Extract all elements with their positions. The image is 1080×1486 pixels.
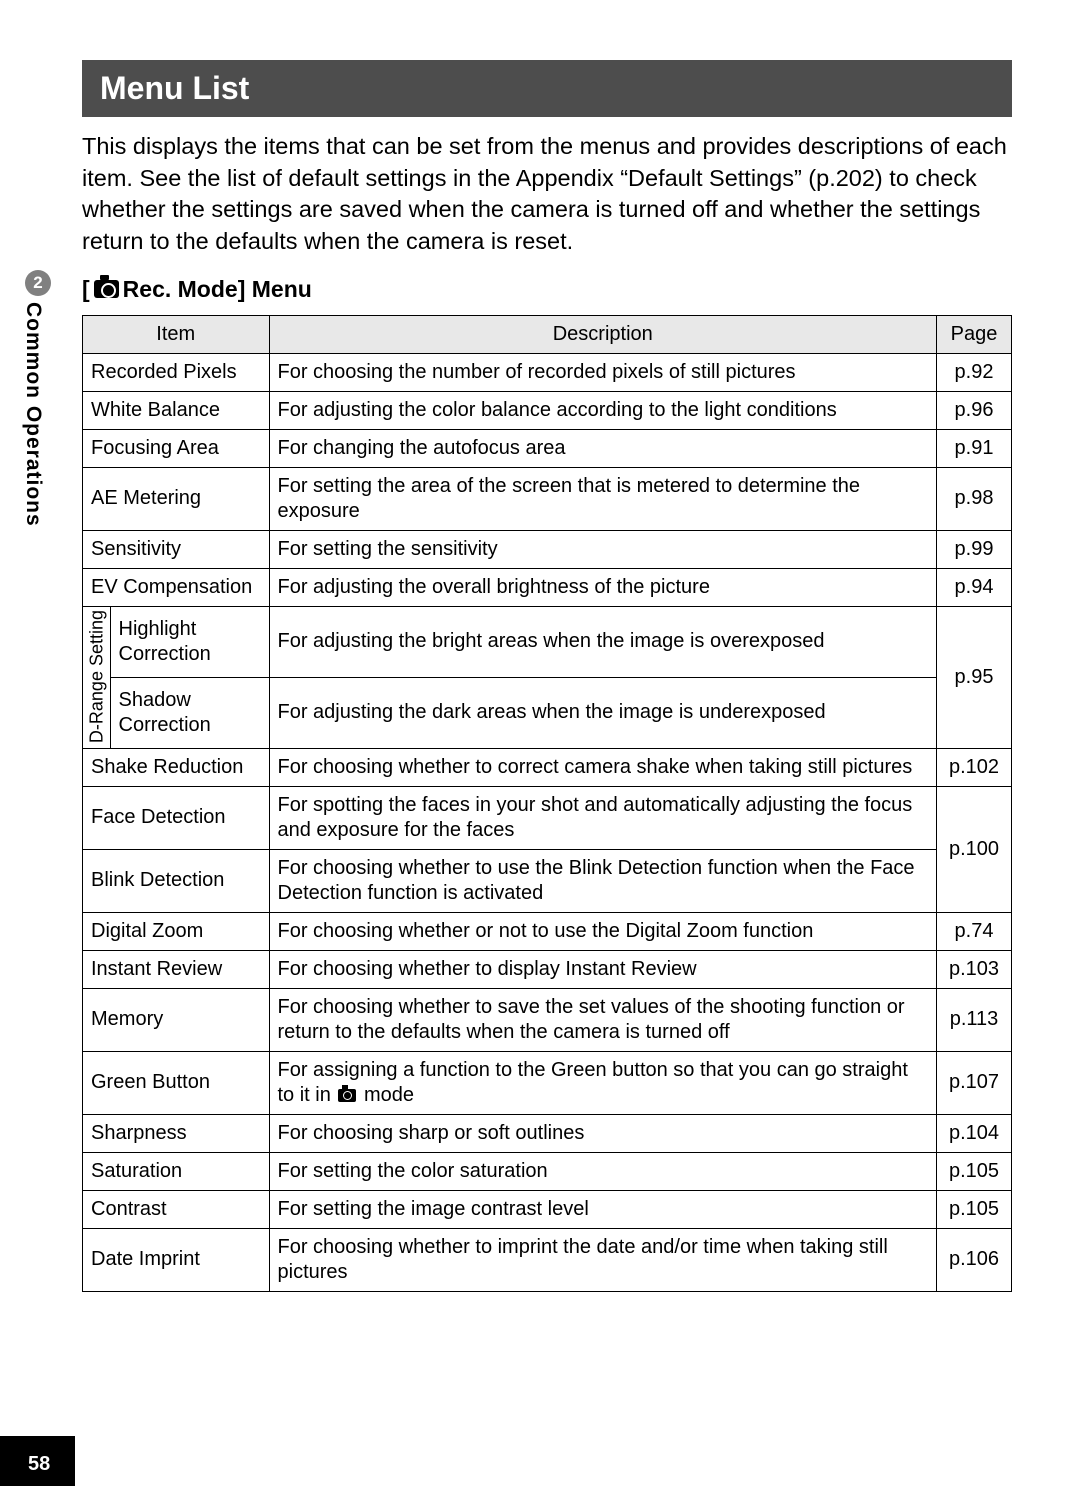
table-row: EV Compensation For adjusting the overal… xyxy=(83,568,1012,606)
page-cell: p.105 xyxy=(937,1190,1012,1228)
desc-cell: For choosing whether to save the set val… xyxy=(269,988,937,1051)
desc-cell: For choosing whether to correct camera s… xyxy=(269,748,937,786)
table-row: Shadow Correction For adjusting the dark… xyxy=(83,677,1012,748)
chapter-number-badge: 2 xyxy=(25,270,51,296)
page-cell: p.96 xyxy=(937,391,1012,429)
item-cell: Shake Reduction xyxy=(83,748,270,786)
page-cell: p.74 xyxy=(937,912,1012,950)
desc-cell: For assigning a function to the Green bu… xyxy=(269,1051,937,1114)
subhead-text: Rec. Mode] Menu xyxy=(123,276,312,303)
page-cell: p.113 xyxy=(937,988,1012,1051)
table-row: Sharpness For choosing sharp or soft out… xyxy=(83,1114,1012,1152)
camera-icon xyxy=(94,280,119,298)
table-row: Green Button For assigning a function to… xyxy=(83,1051,1012,1114)
d-range-group-label: D-Range Setting xyxy=(83,606,111,748)
desc-cell: For setting the color saturation xyxy=(269,1152,937,1190)
page-cell: p.94 xyxy=(937,568,1012,606)
table-row: Instant Review For choosing whether to d… xyxy=(83,950,1012,988)
desc-cell: For setting the image contrast level xyxy=(269,1190,937,1228)
page-cell: p.106 xyxy=(937,1228,1012,1291)
table-row: D-Range Setting Highlight Correction For… xyxy=(83,606,1012,677)
intro-paragraph: This displays the items that can be set … xyxy=(82,131,1012,258)
item-cell: Sharpness xyxy=(83,1114,270,1152)
table-row: Face Detection For spotting the faces in… xyxy=(83,786,1012,849)
desc-cell: For changing the autofocus area xyxy=(269,429,937,467)
table-row: Date Imprint For choosing whether to imp… xyxy=(83,1228,1012,1291)
page-cell: p.107 xyxy=(937,1051,1012,1114)
item-cell: Green Button xyxy=(83,1051,270,1114)
desc-cell: For choosing sharp or soft outlines xyxy=(269,1114,937,1152)
item-cell: Instant Review xyxy=(83,950,270,988)
page-cell: p.100 xyxy=(937,786,1012,912)
table-row: Shake Reduction For choosing whether to … xyxy=(83,748,1012,786)
table-row: Memory For choosing whether to save the … xyxy=(83,988,1012,1051)
chapter-tab: 2 Common Operations xyxy=(21,270,55,527)
page-cell: p.99 xyxy=(937,530,1012,568)
item-cell: Shadow Correction xyxy=(110,677,269,748)
item-cell: Blink Detection xyxy=(83,849,270,912)
page-cell: p.91 xyxy=(937,429,1012,467)
table-row: Recorded Pixels For choosing the number … xyxy=(83,353,1012,391)
item-cell: Sensitivity xyxy=(83,530,270,568)
desc-cell: For choosing whether to imprint the date… xyxy=(269,1228,937,1291)
desc-cell: For adjusting the dark areas when the im… xyxy=(269,677,937,748)
header-description: Description xyxy=(269,315,937,353)
page-cell: p.103 xyxy=(937,950,1012,988)
page-cell: p.92 xyxy=(937,353,1012,391)
item-cell: Contrast xyxy=(83,1190,270,1228)
section-title: Menu List xyxy=(82,60,1012,117)
rec-mode-menu-table: Item Description Page Recorded Pixels Fo… xyxy=(82,315,1012,1292)
desc-text-post: mode xyxy=(358,1084,414,1106)
desc-cell: For choosing the number of recorded pixe… xyxy=(269,353,937,391)
subhead-bracket: [ xyxy=(82,276,90,303)
page-cell: p.104 xyxy=(937,1114,1012,1152)
item-cell: Recorded Pixels xyxy=(83,353,270,391)
item-cell: Memory xyxy=(83,988,270,1051)
header-item: Item xyxy=(83,315,270,353)
desc-cell: For setting the sensitivity xyxy=(269,530,937,568)
desc-cell: For setting the area of the screen that … xyxy=(269,467,937,530)
item-cell: EV Compensation xyxy=(83,568,270,606)
chapter-title: Common Operations xyxy=(21,302,45,527)
table-row: AE Metering For setting the area of the … xyxy=(83,467,1012,530)
table-header-row: Item Description Page xyxy=(83,315,1012,353)
table-row: Digital Zoom For choosing whether or not… xyxy=(83,912,1012,950)
desc-cell: For adjusting the bright areas when the … xyxy=(269,606,937,677)
item-cell: Digital Zoom xyxy=(83,912,270,950)
page-cell: p.98 xyxy=(937,467,1012,530)
item-cell: Face Detection xyxy=(83,786,270,849)
page-cell: p.102 xyxy=(937,748,1012,786)
desc-cell: For choosing whether or not to use the D… xyxy=(269,912,937,950)
table-row: Contrast For setting the image contrast … xyxy=(83,1190,1012,1228)
table-row: Focusing Area For changing the autofocus… xyxy=(83,429,1012,467)
desc-cell: For adjusting the color balance accordin… xyxy=(269,391,937,429)
table-row: Sensitivity For setting the sensitivity … xyxy=(83,530,1012,568)
desc-cell: For spotting the faces in your shot and … xyxy=(269,786,937,849)
item-cell: Highlight Correction xyxy=(110,606,269,677)
desc-cell: For choosing whether to display Instant … xyxy=(269,950,937,988)
header-page: Page xyxy=(937,315,1012,353)
table-row: Saturation For setting the color saturat… xyxy=(83,1152,1012,1190)
item-cell: Saturation xyxy=(83,1152,270,1190)
item-cell: Focusing Area xyxy=(83,429,270,467)
page-number: 58 xyxy=(28,1453,50,1476)
item-cell: White Balance xyxy=(83,391,270,429)
table-row: White Balance For adjusting the color ba… xyxy=(83,391,1012,429)
item-cell: AE Metering xyxy=(83,467,270,530)
item-cell: Date Imprint xyxy=(83,1228,270,1291)
table-row: Blink Detection For choosing whether to … xyxy=(83,849,1012,912)
camera-icon xyxy=(338,1089,356,1102)
page-cell: p.95 xyxy=(937,606,1012,748)
desc-cell: For adjusting the overall brightness of … xyxy=(269,568,937,606)
menu-subheading: [ Rec. Mode] Menu xyxy=(82,276,1012,303)
page-cell: p.105 xyxy=(937,1152,1012,1190)
desc-cell: For choosing whether to use the Blink De… xyxy=(269,849,937,912)
